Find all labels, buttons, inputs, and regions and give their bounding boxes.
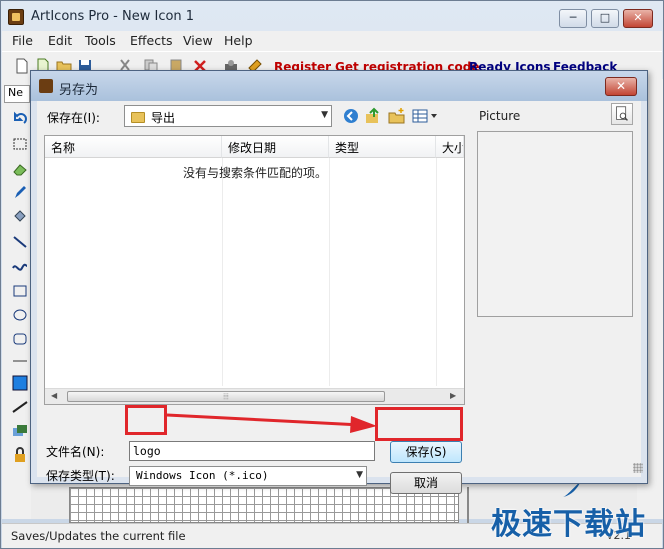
menu-effects[interactable]: Effects (130, 33, 173, 48)
save-highlight-box (375, 407, 463, 441)
line-width-icon[interactable] (12, 353, 28, 369)
minimize-button[interactable]: ─ (559, 9, 587, 28)
tool-palette: Ne (2, 79, 32, 519)
menu-tools[interactable]: Tools (85, 33, 116, 48)
col-divider (329, 158, 330, 386)
app-icon (8, 9, 24, 25)
size-combo[interactable]: Ne (4, 85, 30, 103)
menu-view[interactable]: View (183, 33, 213, 48)
main-titlebar[interactable]: ArtIcons Pro - New Icon 1 ─ □ ✕ (1, 1, 663, 31)
dialog-app-icon (39, 79, 53, 93)
scroll-left-icon[interactable]: ◀ (51, 391, 57, 400)
menu-help[interactable]: Help (224, 33, 253, 48)
col-modified[interactable]: 修改日期 (222, 136, 329, 158)
select-rect-icon[interactable] (12, 136, 28, 152)
picture-preview (477, 131, 633, 317)
save-in-value: 导出 (151, 111, 176, 125)
col-type[interactable]: 类型 (329, 136, 436, 158)
chevron-down-icon: ▼ (356, 470, 363, 480)
empty-message: 没有与搜索条件匹配的项。 (183, 166, 328, 180)
line-diagonal-icon[interactable] (12, 399, 28, 415)
pencil-icon[interactable] (12, 184, 28, 200)
horizontal-scrollbar[interactable]: ◀ ⦙⦙⦙ ▶ (45, 388, 464, 404)
up-folder-icon[interactable] (364, 107, 382, 125)
watermark-text: 极速下载站 (491, 507, 646, 542)
filename-highlight-box (125, 405, 167, 435)
window-title: ArtIcons Pro - New Icon 1 (31, 9, 195, 24)
rectangle-tool-icon[interactable] (12, 283, 28, 299)
back-icon[interactable] (342, 107, 360, 125)
canvas-divider (467, 487, 469, 523)
rounded-rect-tool-icon[interactable] (12, 331, 28, 347)
new-folder-icon[interactable] (388, 107, 406, 125)
save-as-dialog: 另存为 ✕ 保存在(I): 导出 ▼ 名称 修改日期 类型 大小 没有与搜索条件… (30, 70, 648, 494)
new-file-icon[interactable] (14, 58, 30, 74)
file-type-label: 保存类型(T): (46, 469, 115, 483)
file-type-combo[interactable]: Windows Icon (*.ico) ▼ (129, 466, 367, 486)
view-menu-icon[interactable] (411, 107, 439, 125)
ellipse-tool-icon[interactable] (12, 307, 28, 323)
menu-file[interactable]: File (12, 33, 33, 48)
undo-icon[interactable] (12, 111, 28, 127)
file-type-value: Windows Icon (*.ico) (136, 469, 269, 482)
scroll-thumb[interactable]: ⦙⦙⦙ (67, 391, 385, 402)
status-text: Saves/Updates the current file (11, 529, 186, 543)
file-name-label: 文件名(N): (46, 445, 105, 459)
col-divider (222, 158, 223, 386)
file-name-input[interactable] (133, 444, 363, 458)
dialog-titlebar[interactable]: 另存为 ✕ (31, 71, 647, 101)
dialog-title: 另存为 (59, 83, 99, 98)
col-divider (436, 158, 437, 386)
menubar: File Edit Tools Effects View Help (2, 31, 662, 51)
menu-edit[interactable]: Edit (48, 33, 72, 48)
picture-label: Picture (479, 109, 521, 123)
scroll-right-icon[interactable]: ▶ (450, 391, 456, 400)
folder-icon (131, 112, 145, 123)
cancel-button[interactable]: 取消 (390, 472, 462, 494)
col-name[interactable]: 名称 (45, 136, 222, 158)
file-name-field[interactable] (129, 441, 375, 461)
curve-tool-icon[interactable] (12, 259, 28, 275)
lock-icon[interactable] (12, 447, 28, 463)
line-tool-icon[interactable] (12, 234, 28, 250)
resize-grip[interactable] (633, 463, 643, 473)
preview-zoom-icon[interactable] (611, 103, 633, 125)
close-button[interactable]: ✕ (623, 9, 653, 28)
save-button[interactable]: 保存(S) (390, 441, 462, 463)
chevron-down-icon: ▼ (321, 110, 328, 120)
annotation-arrow-icon (166, 413, 377, 433)
primary-color-icon[interactable] (12, 375, 28, 391)
layers-icon[interactable] (12, 423, 28, 439)
file-list[interactable]: 名称 修改日期 类型 大小 没有与搜索条件匹配的项。 ◀ ⦙⦙⦙ ▶ (44, 135, 465, 405)
maximize-button[interactable]: □ (591, 9, 619, 28)
save-in-label: 保存在(I): (47, 111, 100, 125)
save-in-combo[interactable]: 导出 ▼ (124, 105, 332, 127)
eraser-icon[interactable] (12, 161, 28, 177)
dialog-close-button[interactable]: ✕ (605, 77, 637, 96)
col-size[interactable]: 大小 (436, 136, 464, 158)
fill-bucket-icon[interactable] (12, 209, 28, 225)
